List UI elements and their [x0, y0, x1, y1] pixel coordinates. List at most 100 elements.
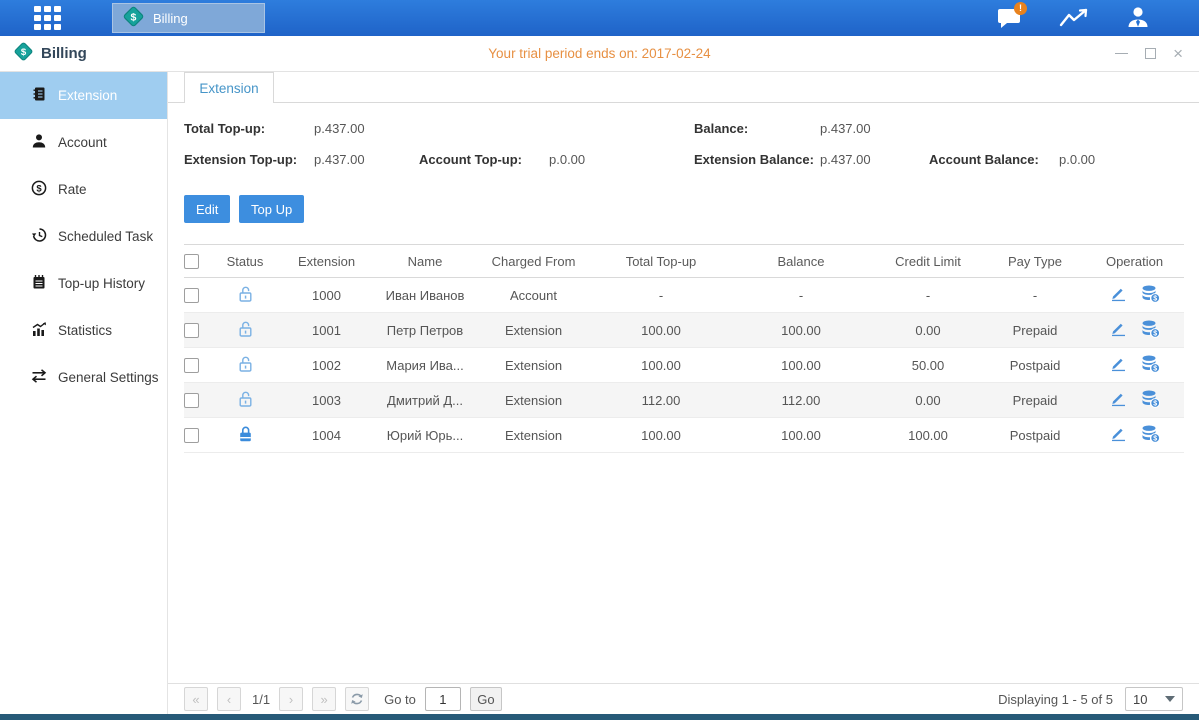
total-topup-label: Total Top-up:	[184, 121, 265, 136]
sidebar-item-label: Account	[58, 135, 107, 150]
next-page-button[interactable]: ›	[279, 687, 303, 711]
table-row: 1001Петр ПетровExtension100.00100.000.00…	[184, 313, 1184, 348]
unlocked-status-icon	[237, 291, 254, 306]
svg-text:$: $	[1153, 365, 1157, 372]
tab-extension[interactable]: Extension	[184, 72, 274, 103]
account-topup-label: Account Top-up:	[419, 152, 522, 167]
svg-text:$: $	[1153, 400, 1157, 407]
balance-cell: 112.00	[731, 383, 871, 418]
notification-badge: !	[1014, 2, 1027, 15]
svg-text:$: $	[131, 11, 137, 23]
edit-extension-icon[interactable]	[1109, 285, 1127, 305]
sidebar-item-label: Rate	[58, 182, 87, 197]
table-row: 1000Иван ИвановAccount----$	[184, 278, 1184, 313]
bar-chart-icon	[31, 321, 47, 340]
extension-cell: 1003	[279, 383, 374, 418]
edit-button[interactable]: Edit	[184, 195, 230, 223]
unlocked-status-icon	[237, 396, 254, 411]
page-size-value: 10	[1133, 692, 1147, 707]
sidebar-item-rate[interactable]: $ Rate	[0, 166, 167, 213]
topup-extension-icon[interactable]: $	[1141, 355, 1161, 376]
person-icon	[31, 133, 47, 152]
window-title: Billing	[41, 45, 87, 62]
clock-icon	[31, 227, 47, 246]
account-topup-value: p.0.00	[549, 152, 585, 167]
edit-extension-icon[interactable]	[1109, 390, 1127, 410]
balance-cell: 100.00	[731, 348, 871, 383]
extension-cell: 1001	[279, 313, 374, 348]
col-name: Name	[374, 245, 476, 278]
sidebar-item-statistics[interactable]: Statistics	[0, 307, 167, 354]
minimize-icon[interactable]	[1115, 53, 1128, 55]
row-checkbox[interactable]	[184, 358, 199, 373]
extension-table-body: 1000Иван ИвановAccount----$1001Петр Петр…	[184, 278, 1184, 453]
topup-extension-icon[interactable]: $	[1141, 425, 1161, 446]
credit-limit-cell: -	[871, 278, 985, 313]
pay-type-cell: Postpaid	[985, 418, 1085, 453]
sidebar-item-general-settings[interactable]: General Settings	[0, 354, 167, 401]
col-credit-limit: Credit Limit	[871, 245, 985, 278]
name-cell: Петр Петров	[374, 313, 476, 348]
top-up-button[interactable]: Top Up	[239, 195, 304, 223]
messages-icon[interactable]: !	[993, 4, 1027, 32]
topup-extension-icon[interactable]: $	[1141, 285, 1161, 306]
svg-text:$: $	[1153, 295, 1157, 302]
topup-extension-icon[interactable]: $	[1141, 320, 1161, 341]
edit-extension-icon[interactable]	[1109, 425, 1127, 445]
sidebar-item-account[interactable]: Account	[0, 119, 167, 166]
topup-extension-icon[interactable]: $	[1141, 390, 1161, 411]
row-checkbox[interactable]	[184, 323, 199, 338]
credit-limit-cell: 0.00	[871, 313, 985, 348]
maximize-icon[interactable]	[1145, 48, 1156, 59]
unlocked-status-icon	[237, 326, 254, 341]
sidebar-item-extension[interactable]: Extension	[0, 72, 167, 119]
page-size-select[interactable]: 10	[1125, 687, 1183, 711]
balance-value: p.437.00	[820, 121, 871, 136]
col-extension: Extension	[279, 245, 374, 278]
row-checkbox[interactable]	[184, 428, 199, 443]
total-topup-cell: 100.00	[591, 348, 731, 383]
extension-cell: 1004	[279, 418, 374, 453]
resource-monitor-icon[interactable]	[1057, 4, 1091, 32]
edit-extension-icon[interactable]	[1109, 355, 1127, 375]
col-operation: Operation	[1085, 245, 1184, 278]
first-page-button[interactable]: «	[184, 687, 208, 711]
taskbar-billing-tab[interactable]: $ Billing	[112, 3, 265, 33]
select-all-checkbox[interactable]	[184, 254, 199, 269]
row-checkbox[interactable]	[184, 288, 199, 303]
pay-type-cell: Prepaid	[985, 313, 1085, 348]
extension-balance-value: p.437.00	[820, 152, 871, 167]
last-page-button[interactable]: »	[312, 687, 336, 711]
displaying-status: Displaying 1 - 5 of 5	[998, 692, 1113, 707]
prev-page-button[interactable]: ‹	[217, 687, 241, 711]
app-launcher-icon[interactable]	[34, 6, 70, 31]
system-topbar: $ Billing !	[0, 0, 1199, 36]
close-icon[interactable]: ×	[1173, 48, 1183, 59]
pay-type-cell: Postpaid	[985, 348, 1085, 383]
table-row: 1002Мария Ива...Extension100.00100.0050.…	[184, 348, 1184, 383]
balance-cell: 100.00	[731, 313, 871, 348]
charged-from-cell: Account	[476, 278, 591, 313]
col-balance: Balance	[731, 245, 871, 278]
sidebar-item-scheduled-task[interactable]: Scheduled Task	[0, 213, 167, 260]
extension-cell: 1000	[279, 278, 374, 313]
sidebar-item-topup-history[interactable]: Top-up History	[0, 260, 167, 307]
refresh-icon[interactable]	[345, 687, 369, 711]
go-button[interactable]: Go	[470, 687, 502, 711]
total-topup-value: p.437.00	[314, 121, 365, 136]
billing-diamond-icon: $	[13, 41, 34, 67]
balance-cell: -	[731, 278, 871, 313]
chevron-down-icon	[1165, 696, 1175, 702]
sidebar-item-label: Statistics	[58, 323, 112, 338]
edit-extension-icon[interactable]	[1109, 320, 1127, 340]
pay-type-cell: -	[985, 278, 1085, 313]
pay-type-cell: Prepaid	[985, 383, 1085, 418]
row-checkbox[interactable]	[184, 393, 199, 408]
extension-balance-label: Extension Balance:	[694, 152, 814, 167]
user-account-icon[interactable]	[1121, 4, 1155, 32]
goto-page-input[interactable]	[425, 687, 461, 711]
main-panel: Extension Total Top-up: p.437.00 Balance…	[168, 72, 1199, 714]
charged-from-cell: Extension	[476, 313, 591, 348]
charged-from-cell: Extension	[476, 383, 591, 418]
credit-limit-cell: 100.00	[871, 418, 985, 453]
